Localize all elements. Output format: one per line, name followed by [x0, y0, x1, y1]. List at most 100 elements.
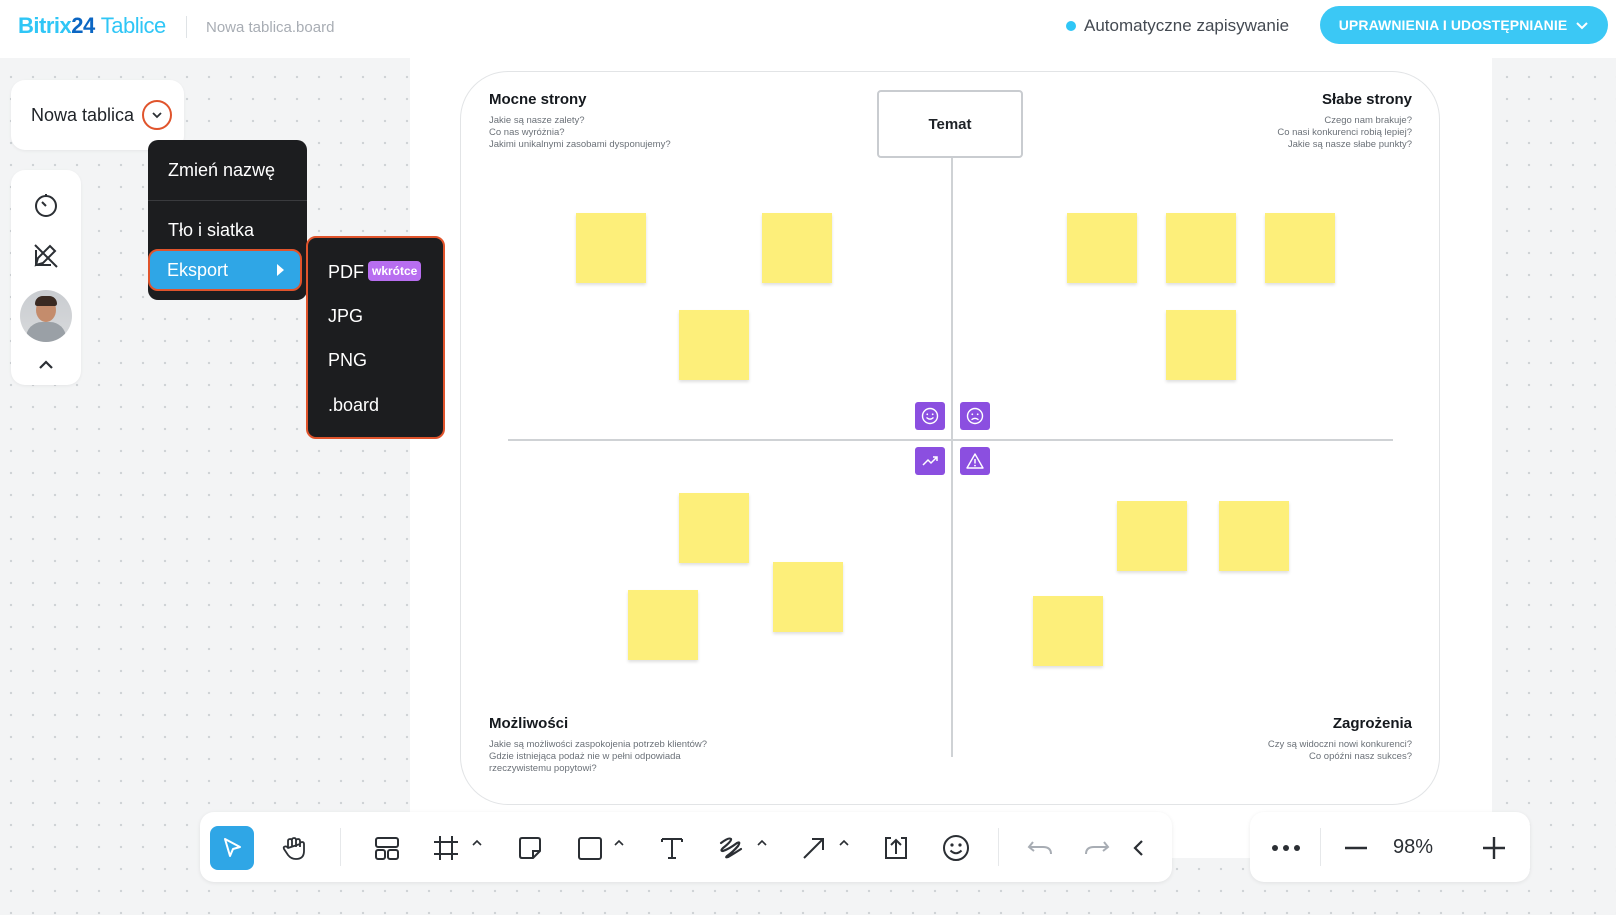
sticky-note[interactable]: [1166, 310, 1236, 380]
app-logo[interactable]: Bitrix24 Tablice: [18, 13, 166, 39]
templates-tool[interactable]: [365, 826, 409, 870]
zoom-out-button[interactable]: [1334, 826, 1378, 870]
chevron-right-icon: [277, 264, 284, 276]
sticky-note[interactable]: [679, 310, 749, 380]
swot-horizontal-axis: [508, 439, 1393, 441]
select-tool[interactable]: [210, 826, 254, 870]
sticky-note[interactable]: [628, 590, 698, 660]
side-tool-panel: [11, 170, 81, 385]
export-board[interactable]: .board: [328, 395, 379, 416]
board-menu-toggle[interactable]: [142, 100, 172, 130]
chevron-down-icon: [150, 108, 164, 122]
autosave-label: Automatyczne zapisywanie: [1084, 16, 1290, 35]
zoom-in-button[interactable]: [1472, 826, 1516, 870]
frame-tool[interactable]: [424, 826, 468, 870]
export-jpg[interactable]: JPG: [328, 306, 363, 327]
hand-tool[interactable]: [272, 826, 316, 870]
redo-button[interactable]: [1075, 826, 1119, 870]
threats-desc-line: Co opóźni nasz sukces?: [1309, 751, 1412, 762]
header-divider: [186, 16, 187, 38]
swot-vertical-axis: [951, 157, 953, 757]
chevron-up-icon[interactable]: [612, 836, 626, 850]
shape-tool[interactable]: [568, 826, 612, 870]
menu-item-rename[interactable]: Zmień nazwę: [168, 160, 275, 181]
strengths-description[interactable]: Jakie są nasze zalety? Co nas wyróżnia? …: [489, 115, 671, 151]
chevron-up-icon[interactable]: [837, 836, 851, 850]
export-png[interactable]: PNG: [328, 350, 367, 371]
plus-icon: [1481, 835, 1507, 861]
export-label: Eksport: [167, 259, 229, 280]
more-icon: [1271, 844, 1301, 852]
more-options-button[interactable]: [1264, 826, 1308, 870]
weaknesses-desc-line: Jakie są nasze słabe punkty?: [1287, 139, 1412, 150]
topic-box[interactable]: Temat: [877, 90, 1023, 158]
weaknesses-desc-line: Czego nam brakuje?: [1324, 115, 1412, 126]
opportunities-desc-line: rzeczywistemu popytowi?: [489, 763, 597, 774]
zoom-level[interactable]: 98%: [1393, 836, 1433, 859]
threats-description[interactable]: Czy są widoczni nowi konkurenci? Co opóź…: [1212, 739, 1412, 763]
chevron-down-icon: [1575, 18, 1589, 32]
threats-desc-line: Czy są widoczni nowi konkurenci?: [1267, 739, 1412, 750]
text-icon: [658, 834, 686, 862]
arrow-tool[interactable]: [792, 826, 836, 870]
frame-icon: [432, 834, 460, 862]
top-bar: Bitrix24 Tablice Nowa tablica.board Autom…: [0, 0, 1616, 58]
minus-icon: [1343, 835, 1369, 861]
autosave-status: Automatyczne zapisywanie: [1066, 16, 1289, 36]
sticky-note[interactable]: [1219, 501, 1289, 571]
warning-icon: [960, 447, 990, 475]
zoombar-divider: [1320, 828, 1321, 866]
logo-number: 24: [71, 13, 95, 38]
swot-template[interactable]: [460, 71, 1440, 805]
upload-icon: [882, 834, 910, 862]
chevron-up-icon[interactable]: [470, 836, 484, 850]
share-button-label: UPRAWNIENIA I UDOSTĘPNIANIE: [1338, 17, 1568, 33]
weaknesses-title[interactable]: Słabe strony: [1232, 91, 1412, 108]
text-tool[interactable]: [650, 826, 694, 870]
threats-title[interactable]: Zagrożenia: [1232, 715, 1412, 732]
timer-icon[interactable]: [31, 190, 61, 220]
menu-item-background-grid[interactable]: Tło i siatka: [168, 220, 254, 241]
weaknesses-description[interactable]: Czego nam brakuje? Co nasi konkurenci ro…: [1212, 115, 1412, 151]
coming-soon-badge: wkrótce: [368, 261, 422, 281]
sticky-note[interactable]: [1265, 213, 1335, 283]
strengths-desc-line: Co nas wyróżnia?: [489, 127, 565, 138]
toolbar-divider: [340, 828, 341, 866]
emoji-tool[interactable]: [934, 826, 978, 870]
opportunities-desc-line: Gdzie istniejąca podaż nie w pełni odpow…: [489, 751, 681, 762]
undo-button[interactable]: [1018, 826, 1062, 870]
export-pdf[interactable]: PDF: [328, 262, 364, 283]
pen-off-icon[interactable]: [31, 240, 61, 270]
chevron-up-icon[interactable]: [755, 836, 769, 850]
sticky-note[interactable]: [1033, 596, 1103, 666]
export-submenu: PDF wkrótce JPG PNG .board: [306, 236, 445, 439]
trend-up-icon: [915, 447, 945, 475]
pen-tool[interactable]: [710, 826, 754, 870]
sticky-note[interactable]: [1067, 213, 1137, 283]
menu-item-export[interactable]: Eksport: [148, 249, 302, 291]
opportunities-description[interactable]: Jakie są możliwości zaspokojenia potrzeb…: [489, 739, 707, 775]
strengths-title[interactable]: Mocne strony: [489, 91, 587, 108]
strengths-desc-line: Jakimi unikalnymi zasobami dysponujemy?: [489, 139, 671, 150]
hand-icon: [280, 834, 308, 862]
sticky-note[interactable]: [1117, 501, 1187, 571]
sticky-note[interactable]: [1166, 213, 1236, 283]
sticky-note[interactable]: [679, 493, 749, 563]
collapse-toolbar-button[interactable]: [1117, 826, 1161, 870]
sticky-note[interactable]: [576, 213, 646, 283]
share-permissions-button[interactable]: UPRAWNIENIA I UDOSTĘPNIANIE: [1320, 6, 1608, 44]
opportunities-desc-line: Jakie są możliwości zaspokojenia potrzeb…: [489, 739, 708, 750]
opportunities-title[interactable]: Możliwości: [489, 715, 568, 732]
autosave-dot-icon: [1066, 21, 1076, 31]
redo-icon: [1082, 834, 1112, 862]
sticky-note-icon: [516, 834, 544, 862]
sticky-note[interactable]: [773, 562, 843, 632]
upload-tool[interactable]: [874, 826, 918, 870]
sticky-note-tool[interactable]: [508, 826, 552, 870]
emoji-icon: [941, 833, 971, 863]
avatar[interactable]: [20, 290, 72, 342]
chevron-up-icon[interactable]: [31, 350, 61, 380]
sticky-note[interactable]: [762, 213, 832, 283]
board-name[interactable]: Nowa tablica: [31, 105, 134, 126]
arrow-icon: [800, 834, 828, 862]
